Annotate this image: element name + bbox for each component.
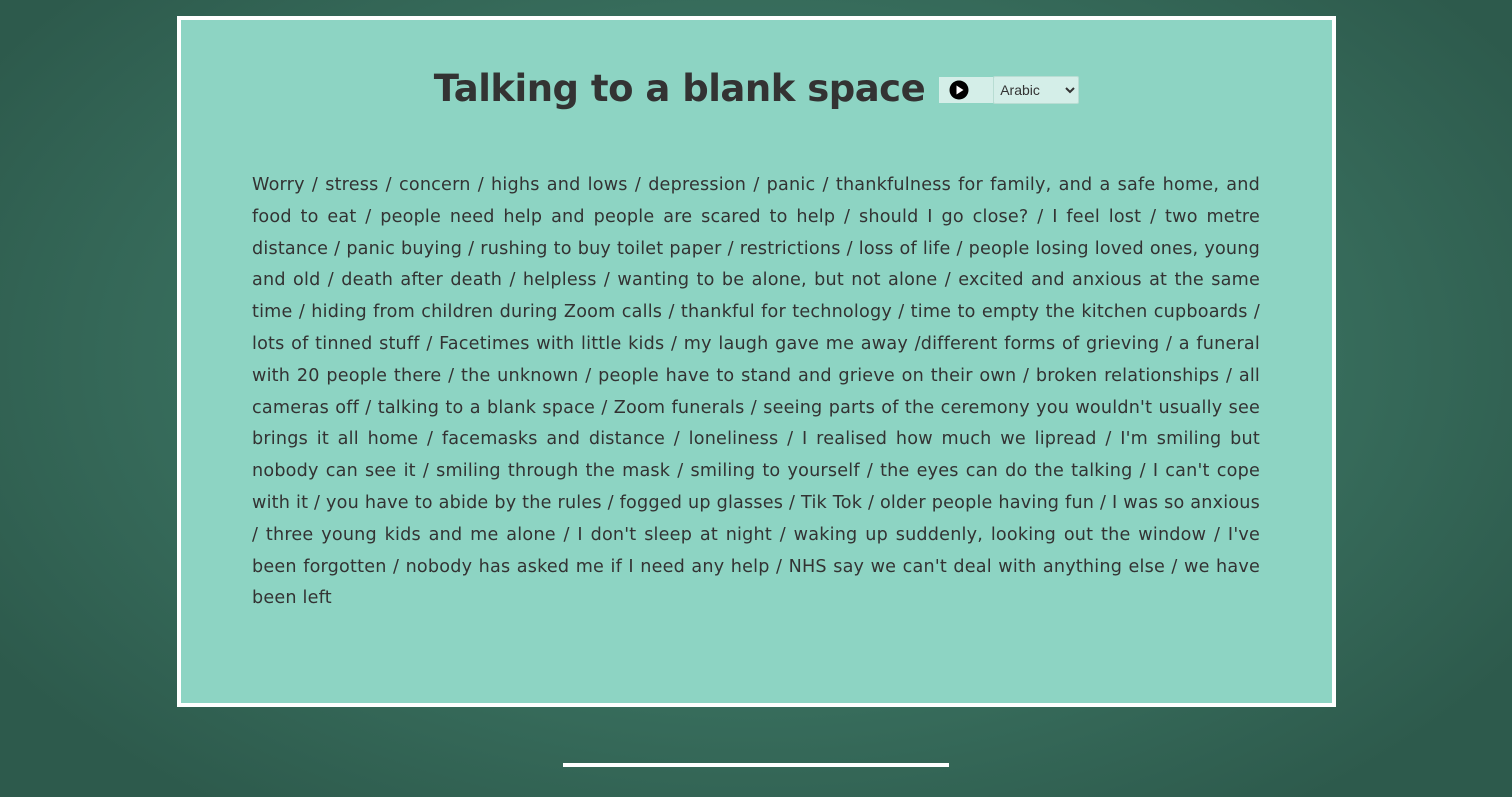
play-circle-icon — [949, 80, 969, 99]
language-select[interactable]: Arabic — [993, 75, 1080, 104]
page-title: Talking to a blank space — [433, 67, 926, 110]
poem-header: Talking to a blank space Arabic — [181, 70, 1332, 107]
bottom-divider — [563, 763, 949, 767]
play-button[interactable] — [939, 76, 994, 103]
poem-text: Worry / stress / concern / highs and low… — [252, 175, 1260, 609]
audio-controls: Arabic — [939, 75, 1080, 104]
poem-card: Talking to a blank space Arabic Worry / … — [177, 16, 1336, 707]
